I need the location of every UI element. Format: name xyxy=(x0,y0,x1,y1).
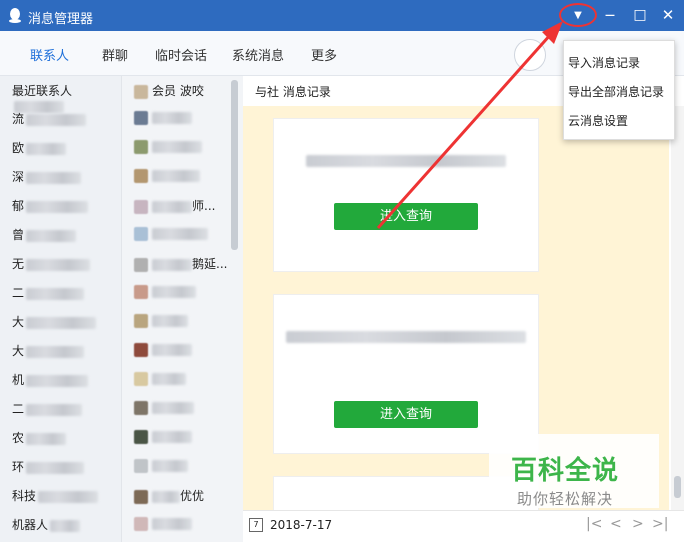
contact-item[interactable] xyxy=(134,313,188,328)
contact-item[interactable] xyxy=(134,516,192,531)
category-item[interactable]: 环 xyxy=(12,458,85,475)
contact-item[interactable]: 师... xyxy=(134,197,215,214)
contact-item[interactable] xyxy=(134,458,188,473)
contact-item[interactable] xyxy=(134,400,194,415)
contact-item[interactable] xyxy=(134,168,200,183)
category-item[interactable]: 大 xyxy=(12,342,85,359)
avatar xyxy=(134,342,148,357)
contact-item[interactable] xyxy=(134,284,196,299)
message-card: 进入查询 xyxy=(273,294,539,454)
contact-item[interactable]: 优优 xyxy=(134,487,204,504)
query-button[interactable]: 进入查询 xyxy=(334,401,478,428)
last-page-icon[interactable]: >| xyxy=(652,516,668,532)
contact-item[interactable] xyxy=(134,139,202,154)
chat-scrollbar[interactable] xyxy=(671,106,684,510)
contact-item[interactable] xyxy=(134,371,186,386)
minimize-button[interactable]: — xyxy=(598,4,622,26)
avatar xyxy=(134,139,148,154)
category-list: 最近联系人 流欧深郁曾无二大大机二农环科技 机器人 xyxy=(0,76,121,542)
category-item[interactable]: 农 xyxy=(12,429,67,446)
category-item[interactable]: 机器人 xyxy=(12,516,81,533)
message-card: 进入查询 xyxy=(273,118,539,272)
maximize-icon: □ xyxy=(633,7,647,23)
title-bar: 消息管理器 ▼ — □ ✕ xyxy=(0,0,684,31)
conversation-title: 与社 消息记录 xyxy=(255,85,331,99)
contact-list-header[interactable]: 会员 波咬 xyxy=(134,82,204,99)
avatar xyxy=(134,226,148,241)
close-icon: ✕ xyxy=(661,6,675,24)
contact-item[interactable] xyxy=(134,226,208,241)
search-button[interactable] xyxy=(514,39,546,71)
menu-item-export-all[interactable]: 导出全部消息记录 xyxy=(568,83,664,100)
next-page-icon[interactable]: > xyxy=(632,516,644,532)
watermark-title: 百科全说 xyxy=(511,456,620,486)
tab-more[interactable]: 更多 xyxy=(311,45,337,64)
category-item[interactable]: 深 xyxy=(12,168,82,185)
tab-temp-chat[interactable]: 临时会话 xyxy=(155,45,207,64)
category-item[interactable]: 二 xyxy=(12,400,83,417)
prev-page-icon[interactable]: < xyxy=(610,516,622,532)
triangle-down-icon: ▼ xyxy=(574,9,582,21)
category-item[interactable]: 机 xyxy=(12,371,89,388)
avatar xyxy=(134,257,148,272)
qq-penguin-icon xyxy=(9,8,21,23)
first-page-icon[interactable]: |< xyxy=(586,516,602,532)
contact-item[interactable] xyxy=(134,342,192,357)
contact-item[interactable] xyxy=(134,110,192,125)
watermark-subtitle: 助你轻松解决 xyxy=(517,490,614,508)
pane-footer: 7 2018-7-17 |< < > >| xyxy=(243,510,684,543)
recent-contacts-header[interactable]: 最近联系人 xyxy=(12,82,121,113)
current-date: 2018-7-17 xyxy=(270,518,333,532)
contact-item[interactable] xyxy=(134,429,192,444)
menu-item-cloud-settings[interactable]: 云消息设置 xyxy=(568,112,628,129)
avatar xyxy=(134,429,148,444)
avatar xyxy=(134,489,148,504)
menu-item-import[interactable]: 导入消息记录 xyxy=(568,54,640,71)
avatar xyxy=(134,199,148,214)
watermark: 百科全说 助你轻松解决 xyxy=(489,434,659,508)
category-item[interactable]: 曾 xyxy=(12,226,77,243)
avatar xyxy=(134,371,148,386)
query-button[interactable]: 进入查询 xyxy=(334,203,478,230)
category-item[interactable]: 科技 xyxy=(12,487,99,504)
window-title: 消息管理器 xyxy=(28,12,94,27)
category-item[interactable]: 流 xyxy=(12,110,87,127)
maximize-button[interactable]: □ xyxy=(628,4,652,26)
category-item[interactable]: 郁 xyxy=(12,197,89,214)
avatar xyxy=(134,168,148,183)
category-item[interactable]: 大 xyxy=(12,313,97,330)
avatar xyxy=(134,284,148,299)
tab-system-messages[interactable]: 系统消息 xyxy=(232,45,284,64)
category-item[interactable]: 无 xyxy=(12,255,91,272)
avatar xyxy=(134,516,148,531)
avatar xyxy=(134,110,148,125)
category-item[interactable]: 欧 xyxy=(12,139,67,156)
tab-contacts[interactable]: 联系人 xyxy=(30,45,69,64)
dropdown-menu-button[interactable]: ▼ xyxy=(566,4,590,26)
contact-list: 会员 波咬 师... 鹅延... 优优 xyxy=(121,76,244,542)
avatar xyxy=(134,400,148,415)
dropdown-menu: 导入消息记录 导出全部消息记录 云消息设置 xyxy=(563,40,675,140)
tab-group-chat[interactable]: 群聊 xyxy=(102,45,128,64)
avatar xyxy=(134,458,148,473)
contact-list-scrollbar[interactable] xyxy=(231,80,238,250)
close-button[interactable]: ✕ xyxy=(656,4,680,26)
minimize-icon: — xyxy=(605,9,615,21)
calendar-icon[interactable]: 7 xyxy=(249,518,263,532)
category-item[interactable]: 二 xyxy=(12,284,85,301)
contact-item[interactable]: 鹅延... xyxy=(134,255,227,272)
avatar xyxy=(134,313,148,328)
